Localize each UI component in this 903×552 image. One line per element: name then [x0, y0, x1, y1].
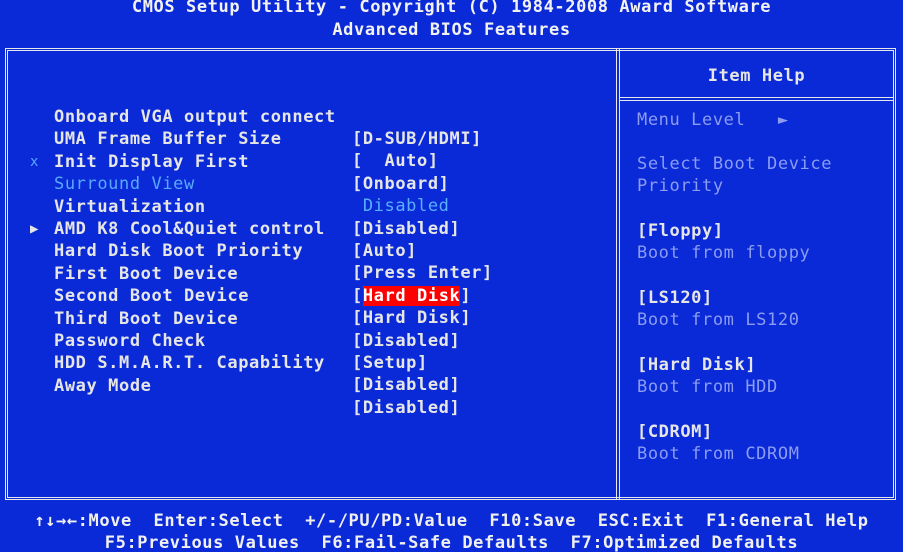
help-title: Item Help — [707, 66, 806, 86]
page-title: Advanced BIOS Features — [332, 20, 571, 40]
setting-uma-frame-buffer-size[interactable]: UMA Frame Buffer Size [ Auto] — [0, 84, 616, 171]
setting-init-display-first[interactable]: Init Display First [Onboard] — [0, 107, 616, 194]
setting-hdd-smart-capability[interactable]: HDD S.M.A.R.T. Capability [Disabled] — [0, 308, 616, 395]
setting-away-mode[interactable]: Away Mode [Disabled] — [0, 331, 616, 418]
help-text: Boot from LS120 — [637, 310, 800, 330]
setting-password-check[interactable]: Password Check [Setup] — [0, 286, 616, 373]
setting-first-boot-device[interactable]: First Boot Device [Hard Disk] — [0, 219, 616, 306]
setting-amd-k8-cool-quiet[interactable]: AMD K8 Cool&Quiet control [Auto] — [0, 174, 616, 261]
help-option: [CDROM] — [637, 422, 713, 442]
setting-surround-view: x Surround View Disabled — [0, 129, 616, 216]
help-text: Boot from CDROM — [637, 444, 800, 464]
help-text: Boot from floppy — [637, 243, 811, 263]
header: CMOS Setup Utility - Copyright (C) 1984-… — [0, 0, 903, 44]
menu-level: Menu Level ► — [637, 110, 789, 130]
help-option: [Hard Disk] — [637, 355, 757, 375]
setting-second-boot-device[interactable]: Second Boot Device [Hard Disk] — [0, 241, 616, 328]
setting-third-boot-device[interactable]: Third Boot Device [Disabled] — [0, 264, 616, 351]
panel-divider — [616, 48, 620, 500]
help-text: Select Boot Device — [637, 154, 833, 174]
key-legend-line-1: ↑↓→←:Move Enter:Select +/-/PU/PD:Value F… — [34, 511, 869, 531]
setting-label: Away Mode — [54, 375, 152, 396]
setting-value[interactable]: [Disabled] — [352, 374, 460, 396]
setting-onboard-vga-output[interactable]: Onboard VGA output connect [D-SUB/HDMI] — [0, 62, 616, 149]
key-legend-line-2: F5:Previous Values F6:Fail-Safe Defaults… — [104, 533, 799, 552]
help-text: Priority — [637, 176, 724, 196]
setting-virtualization[interactable]: Virtualization [Disabled] — [0, 152, 616, 239]
setting-label: HDD S.M.A.R.T. Capability — [54, 353, 325, 374]
help-text: Boot from HDD — [637, 377, 778, 397]
help-title-separator — [620, 97, 893, 101]
window-title: CMOS Setup Utility - Copyright (C) 1984-… — [131, 0, 772, 17]
help-option: [LS120] — [637, 288, 713, 308]
help-option: [Floppy] — [637, 221, 724, 241]
setting-value[interactable]: [Disabled] — [352, 397, 460, 419]
setting-hard-disk-boot-priority[interactable]: ▶ Hard Disk Boot Priority [Press Enter] — [0, 196, 616, 283]
setting-value[interactable]: [Setup] — [352, 352, 428, 374]
